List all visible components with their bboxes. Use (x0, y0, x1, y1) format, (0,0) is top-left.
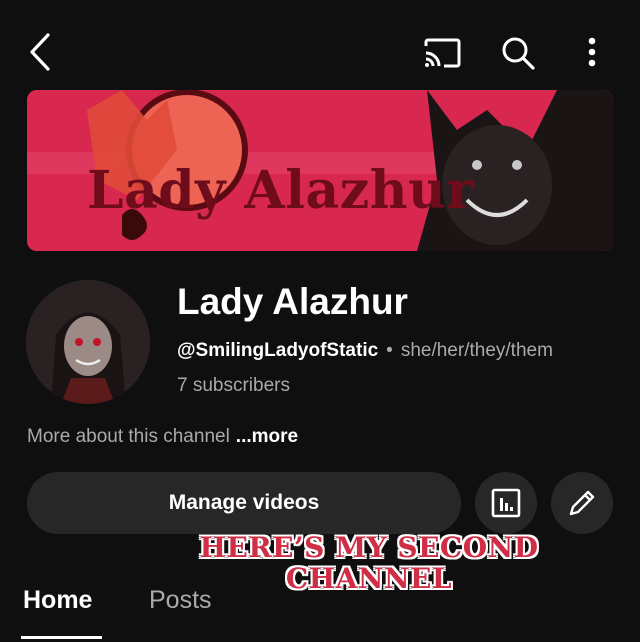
channel-name: Lady Alazhur (177, 281, 408, 322)
about-more-link[interactable]: ...more (236, 426, 298, 447)
overlay-caption-line2: CHANNEL (285, 562, 453, 595)
avatar[interactable] (26, 280, 150, 404)
edit-pencil-icon (569, 490, 595, 516)
about-channel-link[interactable]: More about this channel ...more (27, 426, 298, 448)
tab-selected-indicator (21, 636, 102, 639)
analytics-icon (491, 488, 521, 518)
subscriber-count: 7 subscribers (177, 375, 290, 396)
channel-banner: Lady Alazhur (27, 90, 613, 251)
overlay-caption: HERE’S MY SECOND CHANNEL (190, 532, 548, 594)
analytics-button[interactable] (475, 472, 537, 534)
back-arrow-icon[interactable] (22, 30, 58, 74)
search-icon[interactable] (496, 32, 540, 74)
cast-icon[interactable] (420, 33, 464, 73)
banner-title: Lady Alazhur (87, 160, 475, 221)
channel-handle: @SmilingLadyofStatic (177, 340, 379, 361)
channel-pronouns: she/her/they/them (400, 340, 553, 361)
more-vert-icon[interactable] (574, 30, 610, 74)
avatar-image (26, 280, 150, 404)
meta-separator: • (386, 340, 393, 361)
about-text: More about this channel (27, 426, 230, 447)
overlay-caption-line1: HERE’S MY SECOND (199, 531, 539, 564)
top-app-bar (0, 0, 640, 90)
edit-channel-button[interactable] (551, 472, 613, 534)
channel-meta: @SmilingLadyofStatic • she/her/they/them (177, 340, 553, 362)
tab-home[interactable]: Home (23, 586, 92, 615)
manage-videos-button[interactable]: Manage videos (27, 472, 461, 534)
tab-posts[interactable]: Posts (149, 586, 212, 615)
